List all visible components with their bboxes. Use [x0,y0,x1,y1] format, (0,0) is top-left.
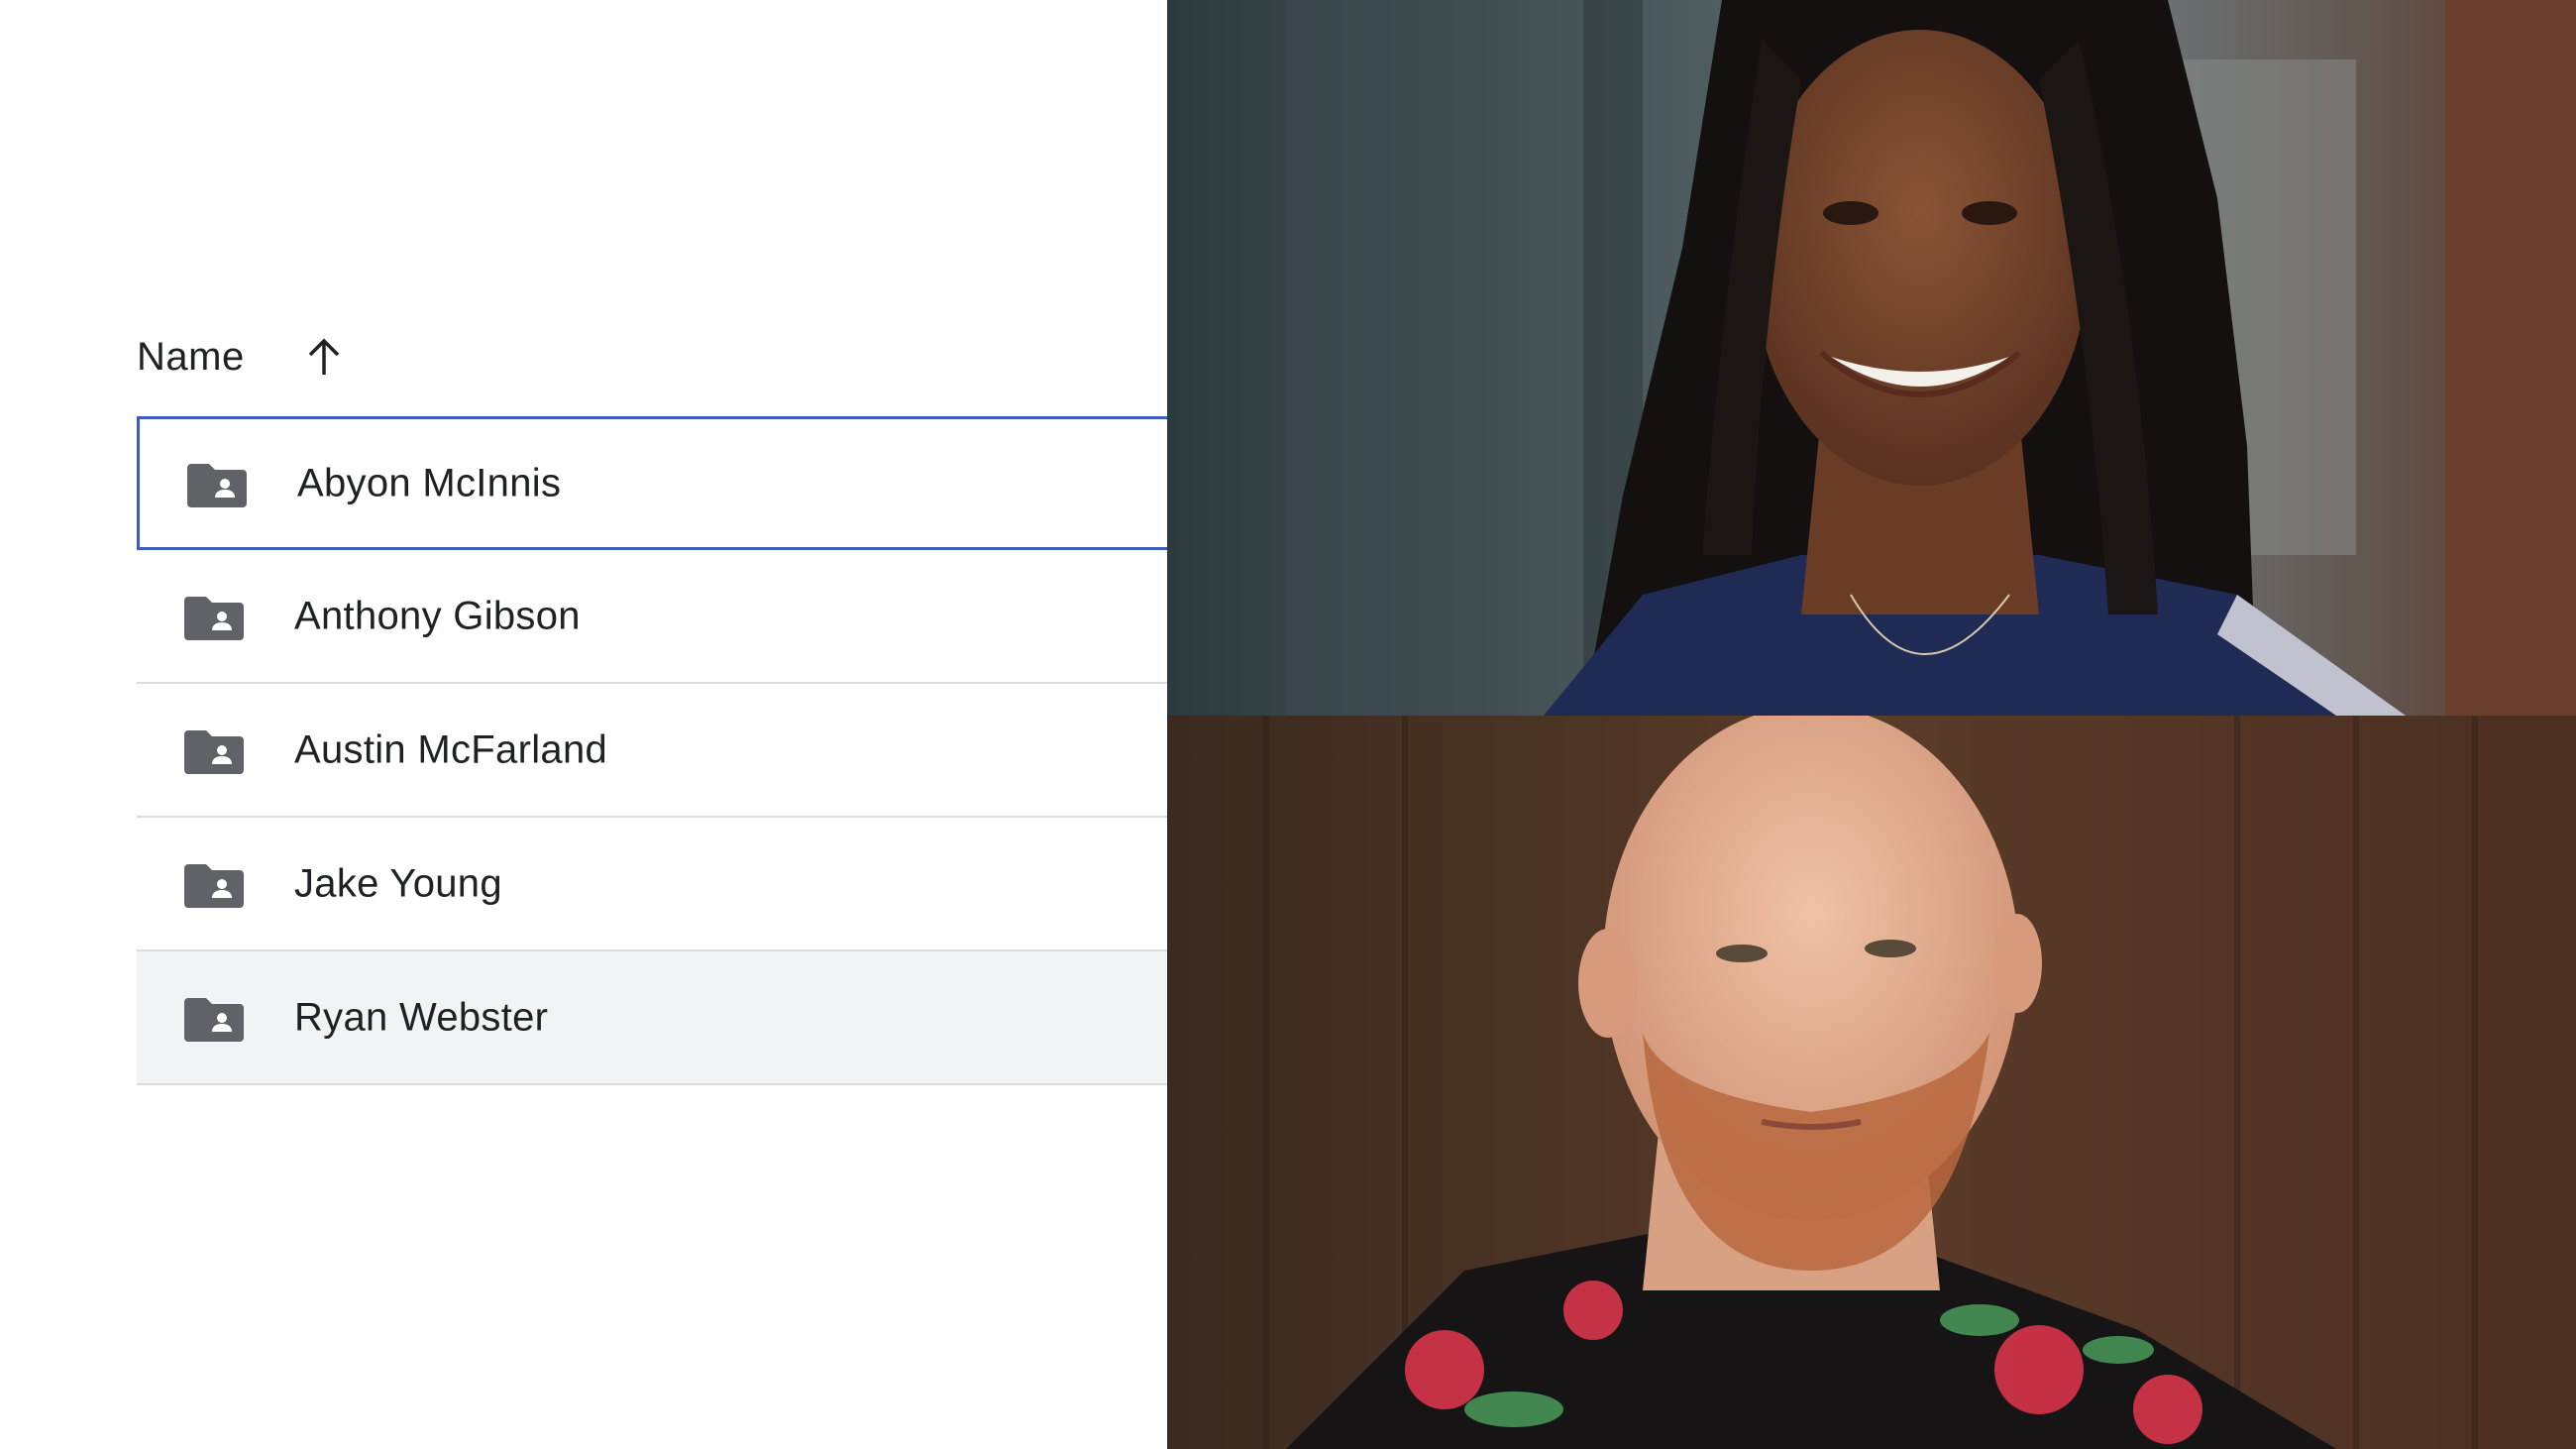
folder-name: Ryan Webster [294,995,549,1039]
list-item[interactable]: Anthony Gibson [137,550,1167,684]
shared-folder-icon [184,994,244,1042]
folder-name: Jake Young [294,861,502,905]
shared-folder-icon [184,726,244,774]
arrow-up-icon[interactable] [304,335,344,379]
list-header: Name [137,327,344,387]
list-item[interactable]: Abyon McInnis [137,416,1167,550]
file-list: Abyon McInnis Anthony Gibson Austin McFa… [137,416,1167,1085]
portrait-photo-woman [1167,0,2576,716]
folder-name: Anthony Gibson [294,594,581,637]
list-item[interactable]: Jake Young [137,818,1167,951]
list-item[interactable]: Ryan Webster [137,951,1167,1085]
shared-folder-icon [184,860,244,908]
screen: Name Abyon McInnis Anthony Gibson Austin… [0,0,2576,1449]
folder-name: Austin McFarland [294,727,608,771]
shared-folder-icon [187,460,247,507]
folder-name: Abyon McInnis [297,461,562,504]
file-list-panel: Name Abyon McInnis Anthony Gibson Austin… [0,0,1167,1449]
portrait-photo-man [1167,716,2576,1449]
name-column-header[interactable]: Name [137,335,245,380]
shared-folder-icon [184,593,244,640]
list-item[interactable]: Austin McFarland [137,684,1167,818]
